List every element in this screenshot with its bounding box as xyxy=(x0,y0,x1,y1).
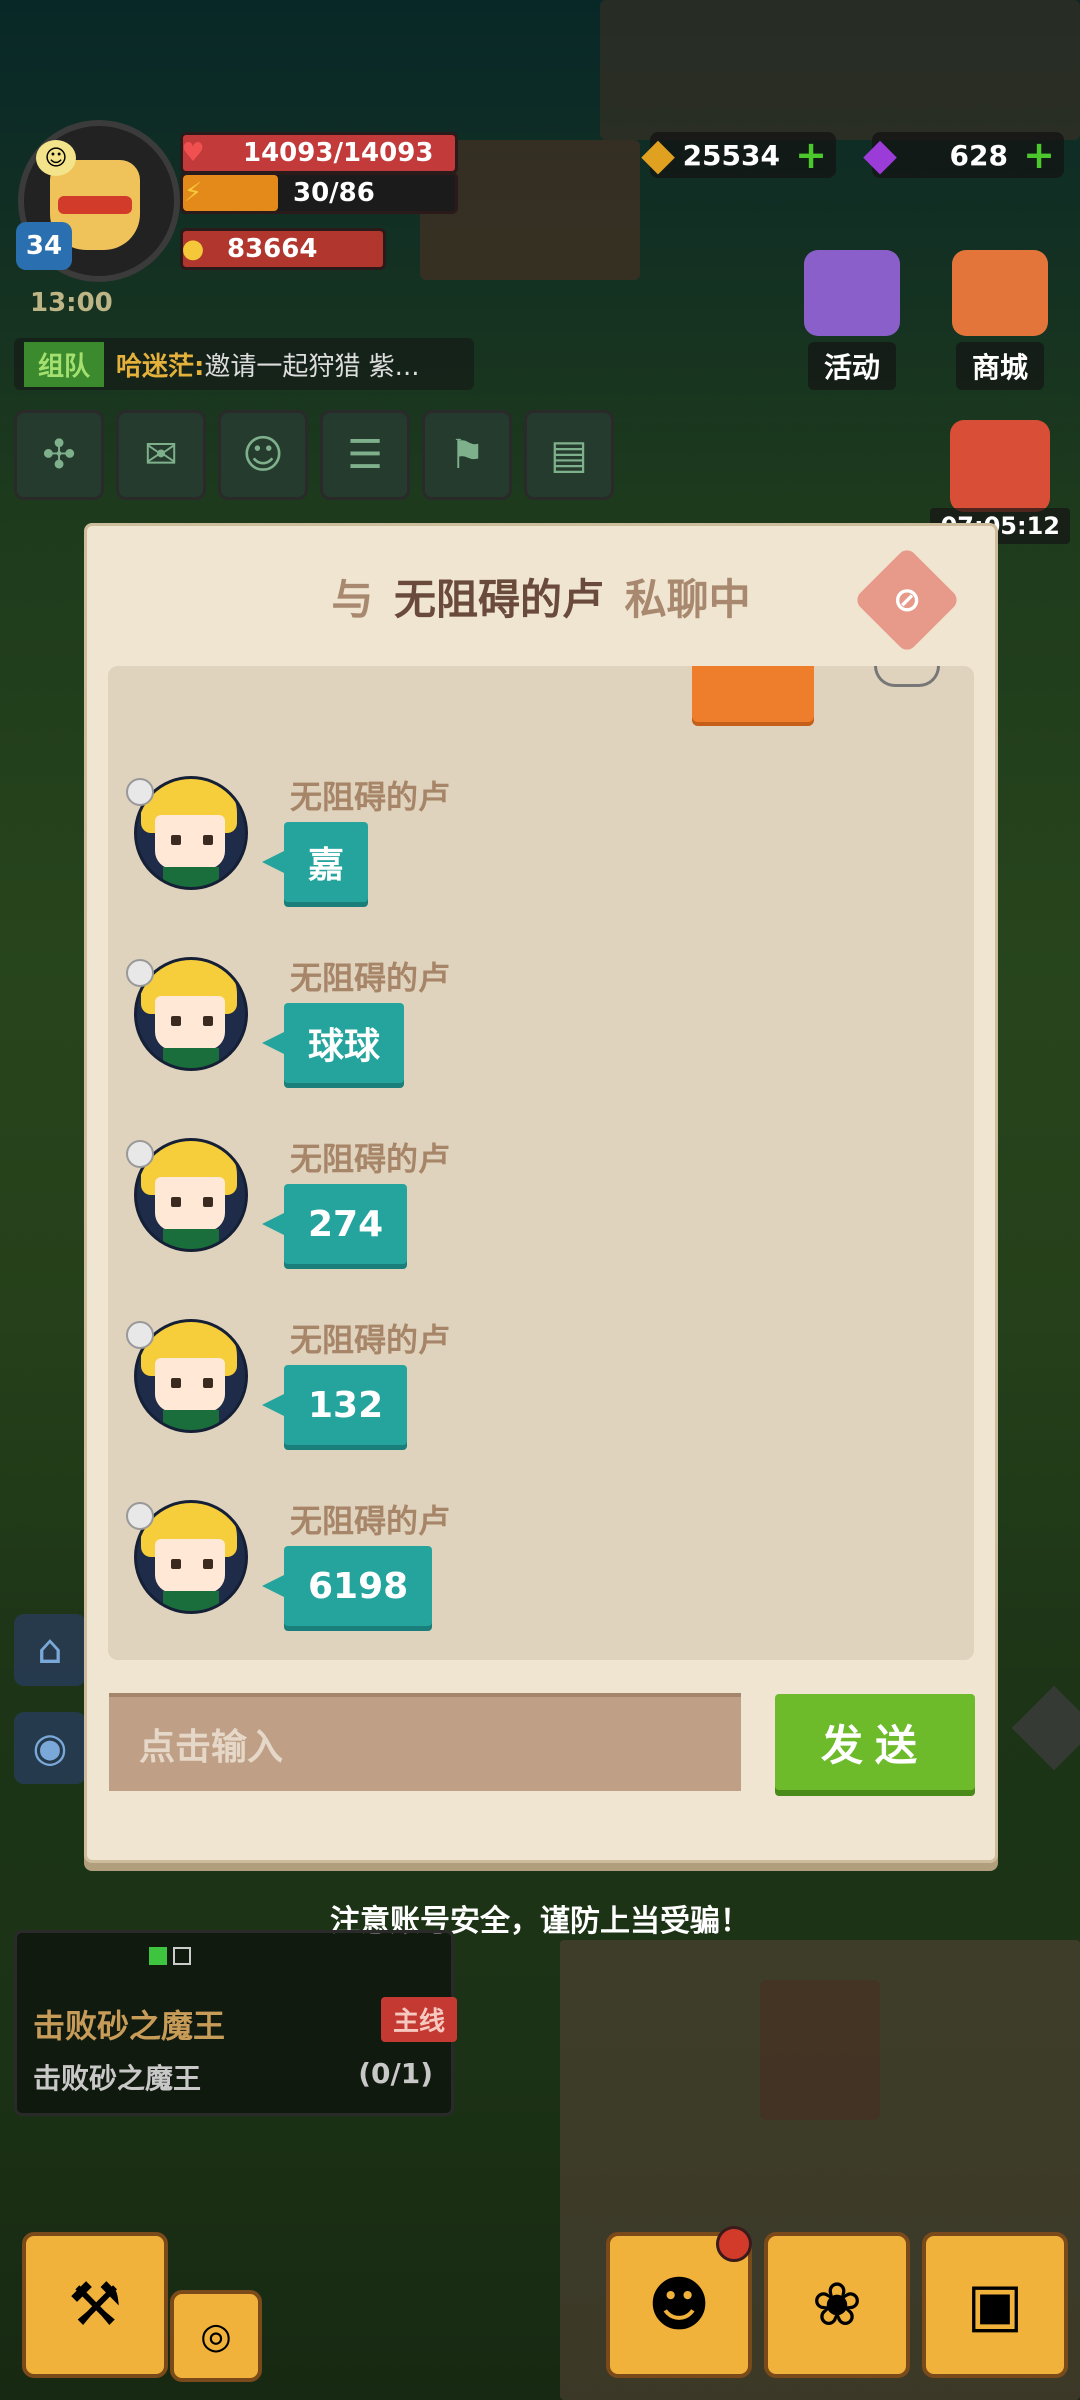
message-bubble: 274 xyxy=(261,1184,408,1264)
sender-name: 无阻碍的卢 xyxy=(290,1502,451,1540)
hero-portrait-icon: ☻ xyxy=(647,2270,711,2340)
gold-bar: ● 83664 xyxy=(180,228,386,270)
title-suffix: 私聊中 xyxy=(624,575,751,624)
sender-name: 无阻碍的卢 xyxy=(290,1140,451,1178)
sender-name: 无阻碍的卢 xyxy=(290,959,451,997)
gem-counter: ◆ 628 + xyxy=(863,129,1064,180)
quest-title: 击败砂之魔王 xyxy=(33,2007,226,2045)
chat-message-list[interactable]: 无阻碍的卢 嘉 无阻碍的卢 球球 无阻碍的卢 274 无阻碍的卢 132 无阻碍… xyxy=(108,666,974,1660)
camera-button[interactable]: ◎ xyxy=(170,2290,262,2382)
sender-name: 无阻碍的卢 xyxy=(290,778,451,816)
title-name: 无阻碍的卢 xyxy=(393,575,604,624)
partial-avatar xyxy=(874,666,940,687)
avatar-goggles xyxy=(58,196,132,214)
quest-type-badge: 主线 xyxy=(380,1997,457,2042)
toolbar: ✣ ✉ ☺ ☰ ⚑ ▤ xyxy=(14,410,614,500)
hp-value: 14093/14093 xyxy=(243,138,434,168)
gender-tag-icon xyxy=(126,1321,154,1349)
gem-value: 628 xyxy=(949,138,1008,172)
location-icon[interactable]: ◉ xyxy=(14,1712,86,1784)
chat-message: 无阻碍的卢 6198 xyxy=(126,1496,826,1660)
block-chat-button[interactable]: ⊘ xyxy=(853,546,961,654)
coin-value: 25534 xyxy=(682,138,780,172)
camera-icon: ◎ xyxy=(200,2315,232,2357)
shop-button[interactable]: 商城 xyxy=(944,250,1056,390)
message-bubble: 132 xyxy=(261,1365,408,1445)
chat-input[interactable]: 点击输入 xyxy=(109,1693,741,1791)
home-icon[interactable]: ⌂ xyxy=(14,1614,86,1686)
hp-bar: ♥ 14093/14093 xyxy=(180,132,458,174)
emote-icon[interactable]: ☺ xyxy=(36,140,76,176)
quest-progress: (0/1) xyxy=(358,2057,433,2090)
team-message: 邀请一起狩猎 紫... xyxy=(204,351,420,382)
team-chat-bar[interactable]: 组队 哈迷茫: 邀请一起狩猎 紫... xyxy=(14,338,474,390)
purple-gem-icon: ◆ xyxy=(863,128,897,180)
team-sender: 哈迷茫: xyxy=(116,351,205,382)
gender-tag-icon xyxy=(126,959,154,987)
private-chat-dialog: 与 无阻碍的卢 私聊中 ⊘ 无阻碍的卢 嘉 无阻碍的卢 球球 无阻碍的卢 274 xyxy=(84,523,998,1863)
chat-message: 无阻碍的卢 球球 xyxy=(126,953,826,1123)
notice-icon[interactable]: ▤ xyxy=(524,410,614,500)
send-button[interactable]: 发送 xyxy=(775,1694,975,1790)
gift-box-icon[interactable] xyxy=(950,420,1050,512)
add-gems-button[interactable]: + xyxy=(1022,136,1056,174)
quest-tracker[interactable]: 击败砂之魔王 主线 击败砂之魔王 (0/1) xyxy=(14,1930,457,2116)
craft-hammer-button[interactable]: ⚒ xyxy=(22,2232,168,2378)
partial-message-bubble xyxy=(692,666,814,722)
backpack-icon: ▣ xyxy=(966,2270,1024,2340)
chat-message: 无阻碍的卢 274 xyxy=(126,1134,826,1304)
map-icon[interactable]: ⚑ xyxy=(422,410,512,500)
level-badge: 34 xyxy=(16,222,72,270)
energy-bar: ⚡ 30/86 xyxy=(180,172,458,214)
lightning-icon: ⚡ xyxy=(183,178,203,208)
gender-tag-icon xyxy=(126,778,154,806)
store-icon xyxy=(952,250,1048,336)
diamond-coin-icon: ◆ xyxy=(641,128,675,180)
timer: 13:00 xyxy=(30,288,113,318)
gold-bag-icon: ● xyxy=(181,234,205,264)
message-bubble: 球球 xyxy=(261,1003,405,1083)
notification-dot xyxy=(716,2226,752,2262)
add-coins-button[interactable]: + xyxy=(794,136,828,174)
mail-icon[interactable]: ✉ xyxy=(116,410,206,500)
sender-name: 无阻碍的卢 xyxy=(290,1321,451,1359)
heart-icon: ♥ xyxy=(181,138,205,168)
menu-grid-icon[interactable]: ✣ xyxy=(14,410,104,500)
block-icon: ⊘ xyxy=(892,580,922,620)
activity-label: 活动 xyxy=(807,342,896,390)
coin-counter: ◆ 25534 + xyxy=(641,129,836,180)
hammer-icon: ⚒ xyxy=(68,2270,122,2340)
quest-page-dots xyxy=(149,1947,191,1965)
quest-description: 击败砂之魔王 xyxy=(33,2062,202,2095)
backpack-button[interactable]: ▣ xyxy=(922,2232,1068,2378)
message-bubble: 6198 xyxy=(261,1546,433,1626)
chat-message: 无阻碍的卢 132 xyxy=(126,1315,826,1485)
activity-button[interactable]: 活动 xyxy=(796,250,908,390)
friends-icon[interactable]: ☺ xyxy=(218,410,308,500)
activity-chest-icon xyxy=(804,250,900,336)
title-prefix: 与 xyxy=(331,575,374,624)
gender-tag-icon xyxy=(126,1140,154,1168)
pets-icon: ❀ xyxy=(811,2270,863,2340)
team-tag: 组队 xyxy=(24,341,105,387)
chat-message: 无阻碍的卢 嘉 xyxy=(126,772,826,942)
pets-button[interactable]: ❀ xyxy=(764,2232,910,2378)
chat-icon[interactable]: ☰ xyxy=(320,410,410,500)
gender-tag-icon xyxy=(126,1502,154,1530)
shop-label: 商城 xyxy=(955,342,1044,390)
message-bubble: 嘉 xyxy=(261,822,369,902)
energy-value: 30/86 xyxy=(293,178,375,208)
gold-value: 83664 xyxy=(227,234,318,264)
